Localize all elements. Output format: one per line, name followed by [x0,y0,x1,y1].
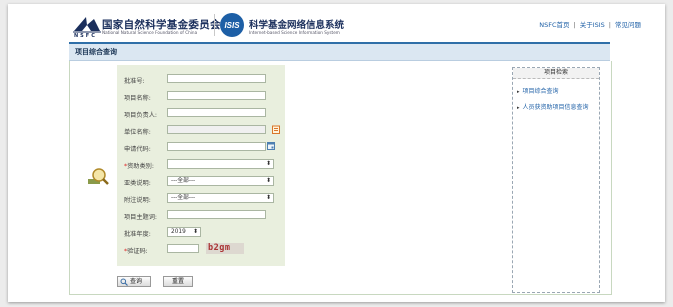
label-captcha-text: 验证码: [127,248,148,255]
principal-input[interactable] [167,108,266,117]
arrow-icon: ▸ [517,105,520,111]
label-subclass: 亚类说明: [124,180,151,187]
page-title: 项目综合查询 [75,48,117,56]
apply-code-input[interactable] [167,142,266,151]
link-nsfc-home[interactable]: NSFC首页 [539,21,569,29]
isis-logo-icon: ISIS [220,13,244,37]
sidebar: 项目检索 ▸ 项目综合查询 ▸ 人员获资助项目信息查询 [512,67,600,293]
form-row-institution: 单位名称: [117,124,285,137]
top-links: NSFC首页 | 关于ISIS | 常见问题 [539,19,641,29]
subclass-select[interactable]: ---全部--- [167,176,274,186]
subclass-value: ---全部--- [171,178,196,184]
keywords-input[interactable] [167,210,266,219]
magnifier-icon [88,168,109,185]
link-separator: | [573,21,576,29]
label-note: 附注说明: [124,197,151,204]
approval-no-input[interactable] [167,74,266,83]
label-funding-category: *资助类别: [124,161,154,170]
bucket-icon[interactable] [272,125,280,134]
form-row-note: 附注说明: ---全部--- [117,192,285,205]
label-institution: 单位名称: [124,129,151,136]
label-principal: 项目负责人: [124,112,158,119]
project-name-input[interactable] [167,91,266,100]
note-value: ---全部--- [171,195,196,201]
sidebar-link-person-query[interactable]: ▸ 人员获资助项目信息查询 [517,102,589,111]
form-row-apply-code: 申请代码: [117,141,285,154]
form-row-year: 批准年度: 2019 [117,226,285,239]
note-select[interactable]: ---全部--- [167,193,274,203]
reset-button[interactable]: 重置 [163,276,193,287]
label-keywords: 项目主题词: [124,214,158,221]
label-apply-code: 申请代码: [124,146,151,153]
link-faq[interactable]: 常见问题 [615,21,641,29]
label-approval-no: 批准号: [124,78,145,85]
institution-input[interactable] [167,125,266,134]
form-row-approval-no: 批准号: [117,73,285,86]
funding-category-select[interactable] [167,159,274,169]
label-project-name: 项目名称: [124,95,151,102]
sidebar-link-project-query[interactable]: ▸ 项目综合查询 [517,86,559,95]
year-select[interactable]: 2019 [167,227,201,237]
form-row-captcha: *验证码: b2gm [117,243,285,256]
form-row-principal: 项目负责人: [117,107,285,120]
isis-name-en: Internet-based Science Information Syste… [249,30,340,35]
header: NSFC 国家自然科学基金委员会 National Natural Scienc… [8,4,665,46]
captcha-image[interactable]: b2gm [206,243,244,254]
search-button-label: 查询 [130,278,143,285]
link-about-isis[interactable]: 关于ISIS [580,21,605,29]
reset-button-label: 重置 [171,278,184,285]
page: NSFC 国家自然科学基金委员会 National Natural Scienc… [8,4,665,302]
label-funding-category-text: 资助类别: [127,163,154,170]
sidebar-title: 项目检索 [513,68,599,79]
form-row-funding-category: *资助类别: [117,158,285,171]
form-row-project-name: 项目名称: [117,90,285,103]
search-icon [120,278,128,286]
label-captcha: *验证码: [124,246,148,255]
main-content: 批准号: 项目名称: 项目负责人: 单位名称: 申请代码: *资助类别: ⬍ 亚… [69,61,612,295]
link-separator: | [608,21,611,29]
captcha-input[interactable] [167,244,199,253]
sidebar-link-person-query-label: 人员获资助项目信息查询 [522,104,589,111]
header-divider [214,14,215,36]
nsfc-name-en: National Natural Science Foundation of C… [102,30,198,35]
sidebar-link-project-query-label: 项目综合查询 [522,88,559,95]
calendar-icon[interactable] [267,142,275,150]
arrow-icon: ▸ [517,89,520,95]
year-value: 2019 [171,229,186,235]
form-row-subclass: 亚类说明: ---全部--- [117,175,285,188]
page-title-bar: 项目综合查询 [69,42,610,61]
nsfc-abbr: NSFC [74,33,97,39]
search-button[interactable]: 查询 [117,276,151,287]
label-year: 批准年度: [124,231,151,238]
search-form: 批准号: 项目名称: 项目负责人: 单位名称: 申请代码: *资助类别: ⬍ 亚… [117,65,285,266]
form-row-keywords: 项目主题词: [117,209,285,222]
isis-name-cn: 科学基金网络信息系统 [249,20,345,31]
